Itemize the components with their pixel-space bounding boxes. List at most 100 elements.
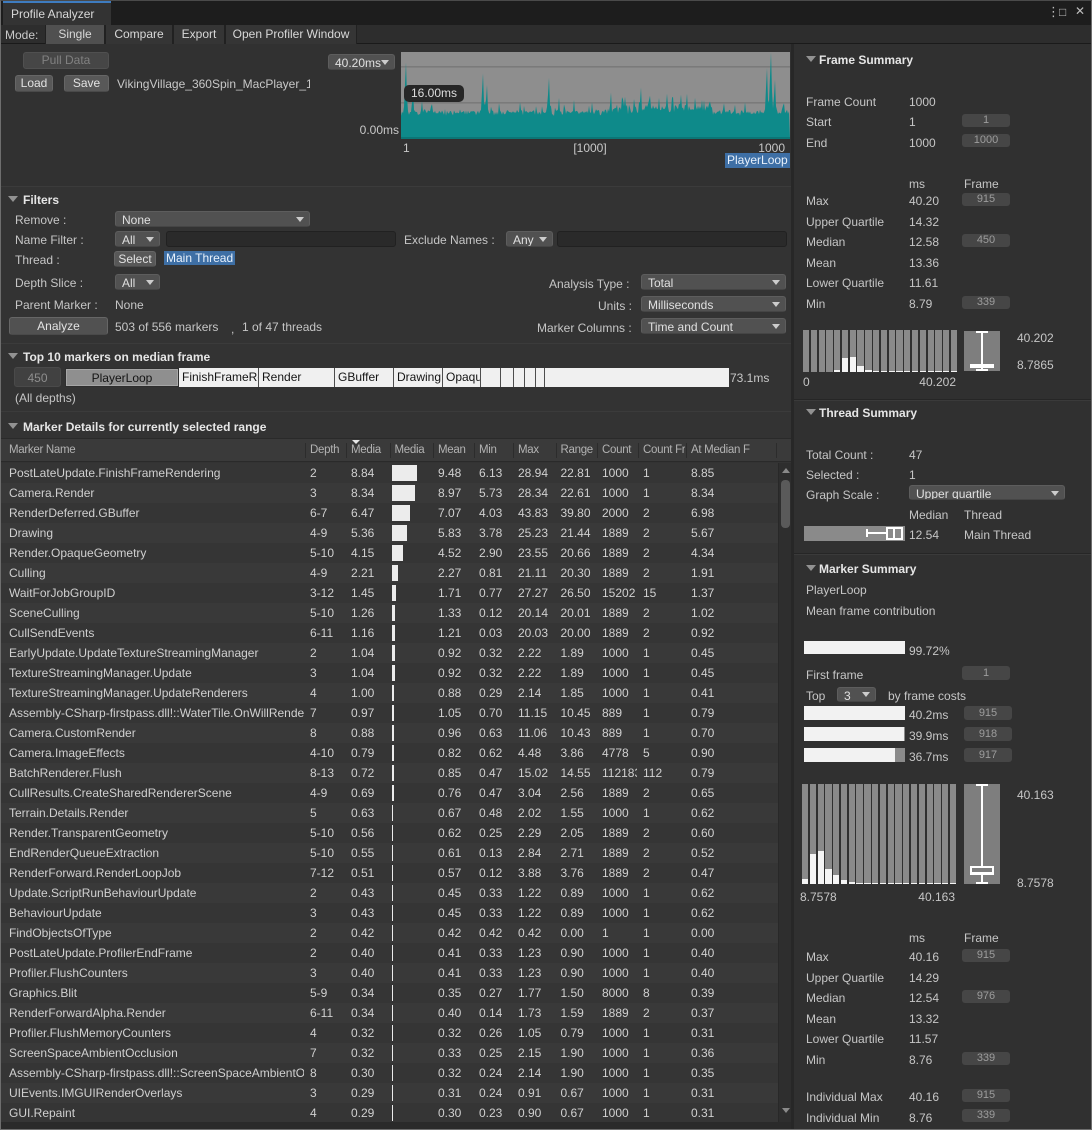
table-row[interactable]: Update.ScriptRunBehaviourUpdate20.430.45… <box>1 883 778 903</box>
table-row[interactable]: GUI.Repaint40.290.300.230.900.67100010.3… <box>1 1103 778 1123</box>
mode-button-open-profiler-window[interactable]: Open Profiler Window <box>225 25 357 44</box>
table-row[interactable]: PostLateUpdate.FinishFrameRendering28.84… <box>1 463 778 483</box>
table-row[interactable]: RenderDeferred.GBuffer6-76.477.074.0343.… <box>1 503 778 523</box>
top10-frame-box[interactable]: 450 <box>14 367 61 387</box>
first-frame-box[interactable]: 1 <box>962 666 1010 680</box>
top10-segment-OpaqueGeometry[interactable]: OpaqueGeometry <box>443 368 481 387</box>
table-row[interactable]: Render.OpaqueGeometry5-104.154.522.9023.… <box>1 543 778 563</box>
marker-summary-collapse-icon[interactable] <box>806 565 816 571</box>
depth-slice-dropdown[interactable]: All <box>115 274 160 290</box>
pull-data-button[interactable]: Pull Data <box>23 52 109 69</box>
table-row[interactable]: Graphics.Blit5-90.340.350.271.771.508000… <box>1 983 778 1003</box>
table-row[interactable]: RenderForwardAlpha.Render6-110.340.400.1… <box>1 1003 778 1023</box>
top10-segment-GBuffer[interactable]: GBuffer <box>335 368 394 387</box>
tab-profile-analyzer[interactable]: Profile Analyzer <box>3 1 111 25</box>
analyze-button[interactable]: Analyze <box>9 317 108 335</box>
mode-button-compare[interactable]: Compare <box>105 25 173 44</box>
table-scrollbar[interactable] <box>778 463 791 1122</box>
marker-stat-box[interactable]: 339 <box>962 1052 1010 1065</box>
table-row[interactable]: Camera.CustomRender80.880.960.6311.0610.… <box>1 723 778 743</box>
thread-graph-scale-dropdown[interactable]: Upper quartile <box>909 485 1065 500</box>
stat-frame-box[interactable]: 339 <box>962 296 1010 309</box>
table-row[interactable]: TextureStreamingManager.Update31.040.920… <box>1 663 778 683</box>
thread-selection-chip[interactable]: Main Thread <box>164 251 235 265</box>
top-n-dropdown[interactable]: 3 <box>837 687 876 702</box>
top10-segment-CullSendEvents[interactable] <box>525 368 536 387</box>
table-row[interactable]: BehaviourUpdate30.430.450.331.220.891000… <box>1 903 778 923</box>
top10-segment-SceneCulling[interactable] <box>514 368 525 387</box>
top-frame-box[interactable]: 915 <box>964 706 1012 720</box>
top-frame-box[interactable]: 918 <box>964 727 1012 741</box>
frame-summary-collapse-icon[interactable] <box>806 56 816 62</box>
marker-columns-dropdown[interactable]: Time and Count <box>641 318 786 334</box>
top10-segment-PlayerLoop[interactable]: PlayerLoop <box>65 368 179 387</box>
marker-details-collapse-icon[interactable] <box>8 423 18 429</box>
table-column-header-6[interactable]: Max <box>518 444 555 456</box>
marker-stat-box[interactable]: 915 <box>962 949 1010 962</box>
table-column-header-2[interactable]: Media <box>351 444 389 456</box>
window-maximize-icon[interactable]: □ <box>1059 5 1066 19</box>
table-row[interactable]: ScreenSpaceAmbientOcclusion70.320.330.25… <box>1 1043 778 1063</box>
table-row[interactable]: WaitForJobGroupID3-121.451.710.7727.2726… <box>1 583 778 603</box>
top10-segment-Render[interactable]: Render <box>259 368 335 387</box>
save-button[interactable]: Save <box>64 75 109 92</box>
table-column-header-7[interactable]: Range <box>561 444 597 456</box>
graph-selection-chip[interactable]: PlayerLoop <box>725 153 790 168</box>
load-button[interactable]: Load <box>15 75 53 92</box>
mode-button-export[interactable]: Export <box>173 25 225 44</box>
scrollbar-down-icon[interactable] <box>782 1108 790 1113</box>
top10-remainder-segment[interactable] <box>545 368 729 387</box>
table-row[interactable]: BatchRenderer.Flush8-130.720.850.4715.02… <box>1 763 778 783</box>
name-filter-input[interactable] <box>166 231 396 247</box>
table-column-header-4[interactable]: Mean <box>438 444 473 456</box>
thread-summary-collapse-icon[interactable] <box>806 409 816 415</box>
top10-segment-Drawing[interactable]: Drawing <box>394 368 443 387</box>
table-row[interactable]: Drawing4-95.365.833.7825.2321.44188925.6… <box>1 523 778 543</box>
top10-collapse-icon[interactable] <box>8 353 18 359</box>
table-row[interactable]: Terrain.Details.Render50.630.670.482.021… <box>1 803 778 823</box>
marker-stat-box[interactable]: 976 <box>962 990 1010 1003</box>
table-column-header-9[interactable]: Count Fra <box>643 444 685 456</box>
table-row[interactable]: UIEvents.IMGUIRenderOverlays30.290.310.2… <box>1 1083 778 1103</box>
stat-frame-box[interactable]: 915 <box>962 193 1010 206</box>
table-column-header-8[interactable]: Count <box>602 444 637 456</box>
stat-frame-box[interactable]: 450 <box>962 234 1010 247</box>
table-row[interactable]: Camera.ImageEffects4-100.790.820.624.483… <box>1 743 778 763</box>
table-row[interactable]: Assembly-CSharp-firstpass.dll!::WaterTil… <box>1 703 778 723</box>
table-row[interactable]: SceneCulling5-101.261.330.1220.1420.0118… <box>1 603 778 623</box>
top10-segment-FinishFrameRendering[interactable]: FinishFrameRendering <box>179 368 259 387</box>
table-row[interactable]: EndRenderQueueExtraction5-100.550.610.13… <box>1 843 778 863</box>
remove-dropdown[interactable]: None <box>115 211 310 227</box>
table-row[interactable]: Camera.Render38.348.975.7328.3422.611000… <box>1 483 778 503</box>
marker-individual-box[interactable]: 339 <box>962 1109 1010 1122</box>
graph-scale-dropdown[interactable]: 40.20ms <box>328 54 395 70</box>
table-row[interactable]: TextureStreamingManager.UpdateRenderers4… <box>1 683 778 703</box>
scrollbar-up-icon[interactable] <box>782 468 790 473</box>
top-frame-box[interactable]: 917 <box>964 748 1012 762</box>
table-column-header-3[interactable]: Media <box>395 444 433 456</box>
thread-whisker-graph[interactable] <box>804 526 905 541</box>
table-row[interactable]: RenderForward.RenderLoopJob7-120.510.570… <box>1 863 778 883</box>
table-row[interactable]: FindObjectsOfType20.420.420.420.420.0011… <box>1 923 778 943</box>
table-column-header-0[interactable]: Marker Name <box>9 444 304 456</box>
top10-marker-bar[interactable]: PlayerLoopFinishFrameRenderingRenderGBuf… <box>65 368 729 387</box>
table-row[interactable]: Profiler.FlushMemoryCounters40.320.320.2… <box>1 1023 778 1043</box>
table-column-header-10[interactable]: At Median F <box>691 444 775 456</box>
exclude-mode-dropdown[interactable]: Any <box>506 231 553 247</box>
name-filter-mode-dropdown[interactable]: All <box>115 231 160 247</box>
thread-select-button[interactable]: Select <box>114 251 156 267</box>
frame-summary-info-box[interactable]: 1000 <box>962 134 1010 147</box>
top10-segment-EarlyUpdate.UpdateTextureStreamingManager[interactable] <box>536 368 545 387</box>
table-row[interactable]: Culling4-92.212.270.8121.1120.30188921.9… <box>1 563 778 583</box>
marker-individual-box[interactable]: 915 <box>962 1089 1010 1102</box>
table-row[interactable]: Profiler.FlushCounters30.400.410.331.230… <box>1 963 778 983</box>
analysis-type-dropdown[interactable]: Total <box>641 274 786 290</box>
top10-segment-Culling[interactable] <box>481 368 501 387</box>
units-dropdown[interactable]: Milliseconds <box>641 296 786 312</box>
table-row[interactable]: PostLateUpdate.ProfilerEndFrame20.400.41… <box>1 943 778 963</box>
table-row[interactable]: Render.TransparentGeometry5-100.560.620.… <box>1 823 778 843</box>
window-close-icon[interactable]: ✕ <box>1075 4 1085 18</box>
table-column-header-1[interactable]: Depth <box>310 444 345 456</box>
exclude-names-input[interactable] <box>557 231 787 247</box>
table-row[interactable]: EarlyUpdate.UpdateTextureStreamingManage… <box>1 643 778 663</box>
